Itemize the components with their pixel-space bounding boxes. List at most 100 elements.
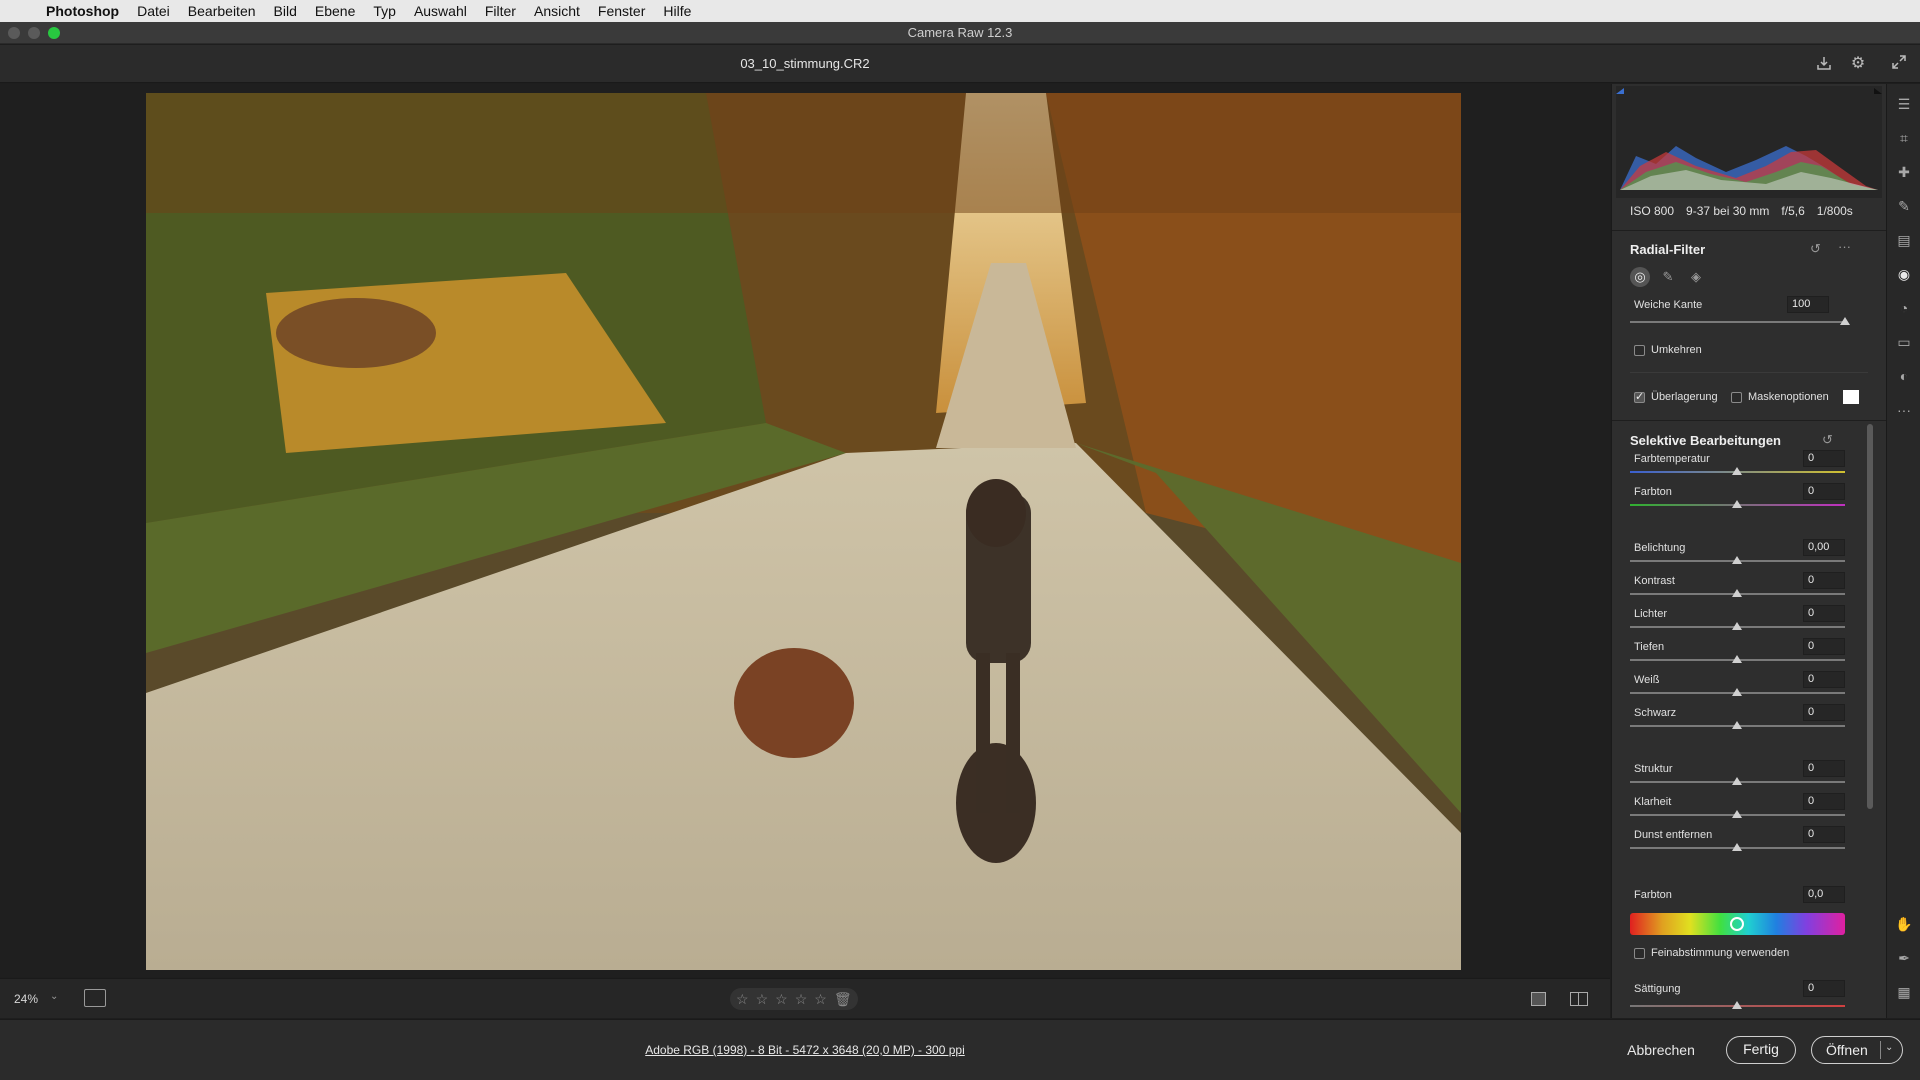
exif-lens: 9-37 bei 30 mm bbox=[1686, 204, 1770, 218]
document-header: 03_10_stimmung.CR2 ⚙ bbox=[0, 45, 1920, 83]
dunst-entfernen-label: Dunst entfernen bbox=[1634, 829, 1713, 841]
dunst-entfernen-slider-thumb[interactable] bbox=[1732, 843, 1742, 851]
grid-icon[interactable]: ▦ bbox=[1894, 982, 1914, 1002]
farbtemperatur-slider-thumb[interactable] bbox=[1732, 467, 1742, 475]
image-canvas[interactable] bbox=[0, 84, 1610, 977]
kontrast-value[interactable]: 0 bbox=[1803, 572, 1845, 589]
hand-icon[interactable]: ✋ bbox=[1894, 914, 1914, 934]
menu-ansicht[interactable]: Ansicht bbox=[534, 3, 580, 19]
fullscreen-icon[interactable] bbox=[1889, 54, 1909, 74]
wei--value[interactable]: 0 bbox=[1803, 671, 1845, 688]
menu-hilfe[interactable]: Hilfe bbox=[663, 3, 691, 19]
chevron-down-icon[interactable]: ⌄ bbox=[1885, 1042, 1893, 1053]
klarheit-slider-thumb[interactable] bbox=[1732, 810, 1742, 818]
menu-datei[interactable]: Datei bbox=[137, 3, 170, 19]
feather-slider[interactable] bbox=[1630, 321, 1845, 323]
klarheit-value[interactable]: 0 bbox=[1803, 793, 1845, 810]
photo-illustration bbox=[146, 93, 1461, 970]
radial-filter-icon[interactable]: ◉ bbox=[1894, 264, 1914, 284]
struktur-slider-thumb[interactable] bbox=[1732, 777, 1742, 785]
farbtemperatur-value[interactable]: 0 bbox=[1803, 450, 1845, 467]
graduated-filter-icon[interactable]: ▤ bbox=[1894, 230, 1914, 250]
menu-app-name[interactable]: Photoshop bbox=[46, 3, 119, 19]
star-icon[interactable]: ☆ bbox=[775, 991, 788, 1008]
menu-bild[interactable]: Bild bbox=[274, 3, 297, 19]
photo-preview[interactable] bbox=[146, 93, 1461, 970]
more-icon[interactable]: ··· bbox=[1838, 239, 1851, 254]
chevron-down-icon[interactable]: ⌄ bbox=[50, 991, 58, 1002]
star-icon[interactable]: ☆ bbox=[756, 991, 769, 1008]
saturation-value[interactable]: 0 bbox=[1803, 980, 1845, 997]
belichtung-value[interactable]: 0,00 bbox=[1803, 539, 1845, 556]
tiefen-slider-thumb[interactable] bbox=[1732, 655, 1742, 663]
dunst-entfernen-value[interactable]: 0 bbox=[1803, 826, 1845, 843]
highlight-clipping-icon[interactable] bbox=[1874, 88, 1882, 94]
farbton-slider-thumb[interactable] bbox=[1732, 500, 1742, 508]
shadow-clipping-icon[interactable] bbox=[1616, 88, 1624, 94]
feather-value[interactable]: 100 bbox=[1787, 296, 1829, 313]
window-close-button[interactable] bbox=[8, 27, 20, 39]
kontrast-slider-thumb[interactable] bbox=[1732, 589, 1742, 597]
menu-ebene[interactable]: Ebene bbox=[315, 3, 355, 19]
filmstrip-icon[interactable] bbox=[84, 989, 106, 1007]
cancel-button[interactable]: Abbrechen bbox=[1622, 1036, 1700, 1064]
trash-icon[interactable]: 🗑 bbox=[834, 991, 852, 1008]
mask-color-swatch[interactable] bbox=[1843, 390, 1859, 404]
red-eye-icon[interactable]: ◔ bbox=[1894, 298, 1914, 318]
mask-options-checkbox[interactable] bbox=[1731, 392, 1742, 403]
star-icon[interactable]: ☆ bbox=[736, 991, 749, 1008]
open-button-divider bbox=[1880, 1041, 1881, 1059]
reset-icon[interactable]: ↺ bbox=[1810, 241, 1821, 257]
eyedropper-icon[interactable]: ✒ bbox=[1894, 948, 1914, 968]
belichtung-slider-thumb[interactable] bbox=[1732, 556, 1742, 564]
menu-auswahl[interactable]: Auswahl bbox=[414, 3, 467, 19]
invert-label: Umkehren bbox=[1651, 344, 1702, 356]
exif-iso: ISO 800 bbox=[1630, 204, 1675, 218]
fine-tune-checkbox[interactable] bbox=[1634, 948, 1645, 959]
invert-checkbox[interactable] bbox=[1634, 345, 1645, 356]
open-button[interactable]: Öffnen ⌄ bbox=[1811, 1036, 1903, 1064]
menu-filter[interactable]: Filter bbox=[485, 3, 516, 19]
hue-value[interactable]: 0,0 bbox=[1803, 886, 1845, 903]
compare-view-icon[interactable] bbox=[1570, 992, 1588, 1006]
brush-icon[interactable]: ✎ bbox=[1658, 267, 1678, 287]
saturation-slider-thumb[interactable] bbox=[1732, 1001, 1742, 1009]
done-button[interactable]: Fertig bbox=[1726, 1036, 1796, 1064]
gear-icon[interactable]: ⚙ bbox=[1848, 54, 1868, 74]
menu-bearbeiten[interactable]: Bearbeiten bbox=[188, 3, 256, 19]
workflow-options-link[interactable]: Adobe RGB (1998) - 8 Bit - 5472 x 3648 (… bbox=[0, 1043, 1610, 1057]
star-icon[interactable]: ☆ bbox=[795, 991, 808, 1008]
new-radial-filter-icon[interactable]: ◎ bbox=[1630, 267, 1650, 287]
struktur-value[interactable]: 0 bbox=[1803, 760, 1845, 777]
hue-spectrum-slider[interactable] bbox=[1630, 913, 1845, 935]
eraser-icon[interactable]: ◈ bbox=[1686, 267, 1706, 287]
hue-slider-thumb[interactable] bbox=[1730, 917, 1744, 931]
zoom-level[interactable]: 24% bbox=[14, 992, 38, 1006]
menu-typ[interactable]: Typ bbox=[373, 3, 396, 19]
star-icon[interactable]: ☆ bbox=[814, 991, 827, 1008]
overlay-checkbox[interactable] bbox=[1634, 390, 1645, 403]
schwarz-value[interactable]: 0 bbox=[1803, 704, 1845, 721]
farbton-value[interactable]: 0 bbox=[1803, 483, 1845, 500]
save-icon[interactable] bbox=[1814, 54, 1834, 74]
crop-icon[interactable]: ⌗ bbox=[1894, 128, 1914, 148]
schwarz-slider-thumb[interactable] bbox=[1732, 721, 1742, 729]
presets-icon[interactable]: ◐ bbox=[1894, 366, 1914, 386]
feather-slider-thumb[interactable] bbox=[1840, 317, 1850, 325]
reset-icon[interactable]: ↺ bbox=[1822, 432, 1833, 448]
panel-scrollbar[interactable] bbox=[1867, 424, 1873, 809]
more-icon[interactable]: ··· bbox=[1894, 400, 1914, 420]
menu-fenster[interactable]: Fenster bbox=[598, 3, 645, 19]
window-minimize-button[interactable] bbox=[28, 27, 40, 39]
adjustment-brush-icon[interactable]: ✎ bbox=[1894, 196, 1914, 216]
tiefen-value[interactable]: 0 bbox=[1803, 638, 1845, 655]
edit-icon[interactable]: ☰ bbox=[1894, 94, 1914, 114]
single-view-icon[interactable] bbox=[1531, 992, 1546, 1006]
lichter-value[interactable]: 0 bbox=[1803, 605, 1845, 622]
snapshots-icon[interactable]: ▭ bbox=[1894, 332, 1914, 352]
wei--slider-thumb[interactable] bbox=[1732, 688, 1742, 696]
lichter-slider-thumb[interactable] bbox=[1732, 622, 1742, 630]
healing-icon[interactable]: ✚ bbox=[1894, 162, 1914, 182]
saturation-label: Sättigung bbox=[1634, 983, 1681, 995]
window-maximize-button[interactable] bbox=[48, 27, 60, 39]
